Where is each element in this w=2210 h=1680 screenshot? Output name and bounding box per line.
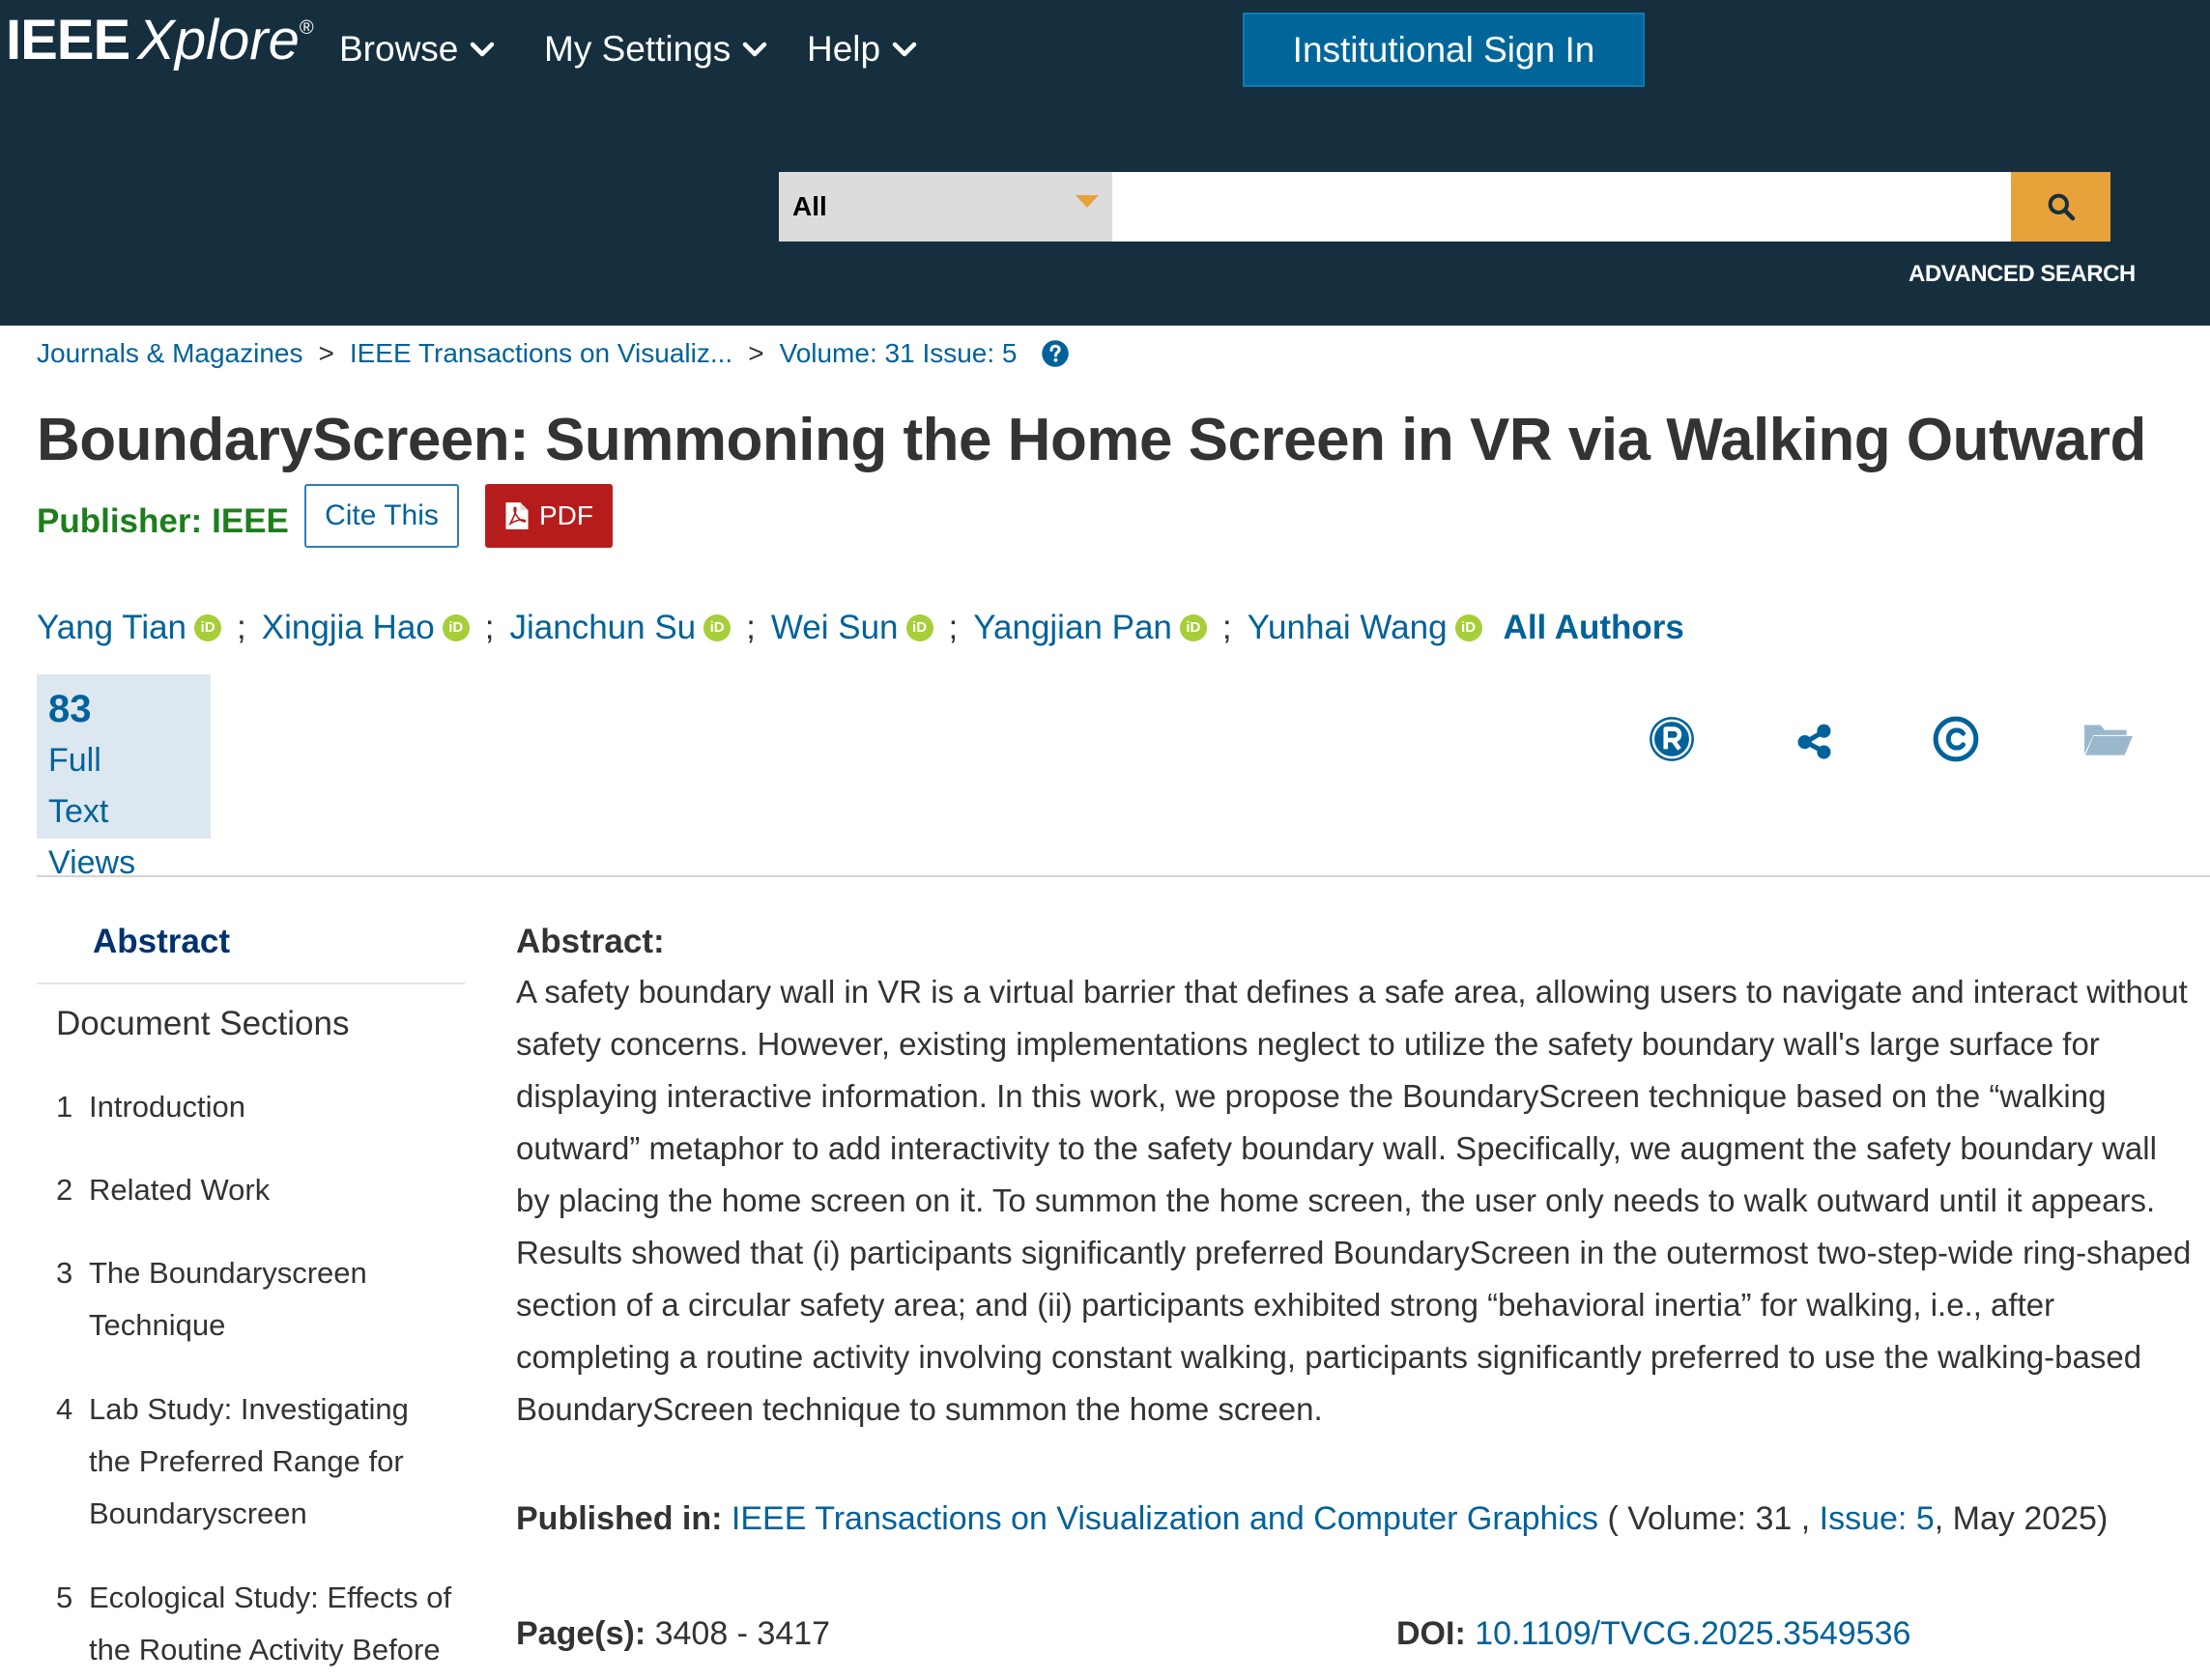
document-sections-heading: Document Sections <box>56 1005 350 1042</box>
breadcrumb-separator: > <box>748 338 764 368</box>
share-icon[interactable] <box>1790 715 1838 763</box>
sidebar-abstract-tab[interactable]: Abstract <box>37 923 465 984</box>
full-text-views-badge[interactable]: 83 Full Text Views <box>37 674 211 881</box>
section-divider <box>37 875 2210 877</box>
author-link[interactable]: Yang Tian iD <box>37 609 222 647</box>
orcid-icon[interactable]: iD <box>1454 614 1482 641</box>
published-in: Published in: IEEE Transactions on Visua… <box>516 1500 2109 1537</box>
chevron-down-icon <box>892 42 917 57</box>
chevron-down-icon <box>743 42 767 57</box>
sidebar-section-technique[interactable]: 3 The Boundaryscreen Technique <box>56 1247 408 1352</box>
breadcrumb: Journals & Magazines > IEEE Transactions… <box>37 338 1070 369</box>
doi: DOI: 10.1109/TVCG.2025.3549536 <box>1396 1615 1911 1652</box>
rights-r-icon[interactable] <box>1648 715 1696 763</box>
author-link[interactable]: Xingjia Hao iD <box>262 609 470 647</box>
site-header: IEEE Xplore® Browse My Settings Help Inst… <box>0 0 2210 326</box>
nav-help[interactable]: Help <box>807 29 919 70</box>
search-button[interactable] <box>2011 172 2110 242</box>
abstract-heading: Abstract: <box>516 923 665 960</box>
search-scope-select[interactable]: All <box>779 172 1112 242</box>
doi-link[interactable]: 10.1109/TVCG.2025.3549536 <box>1475 1615 1910 1652</box>
journal-link[interactable]: IEEE Transactions on Visualization and C… <box>732 1500 1598 1537</box>
sidebar-section-lab-study[interactable]: 4 Lab Study: Investigating the Preferred… <box>56 1383 427 1540</box>
breadcrumb-volume-issue[interactable]: Volume: 31 Issue: 5 <box>780 338 1018 369</box>
nav-browse[interactable]: Browse <box>339 29 497 70</box>
pdf-file-icon <box>505 502 529 529</box>
caret-down-icon <box>1076 195 1099 208</box>
orcid-icon[interactable]: iD <box>442 614 470 641</box>
nav-my-settings[interactable]: My Settings <box>544 29 769 70</box>
breadcrumb-separator: > <box>318 338 334 368</box>
sidebar-section-introduction[interactable]: 1 Introduction <box>56 1081 466 1133</box>
orcid-icon[interactable]: iD <box>905 614 933 641</box>
pdf-button[interactable]: PDF <box>485 484 613 548</box>
author-link[interactable]: Yangjian Pan iD <box>973 609 1207 647</box>
breadcrumb-journal[interactable]: IEEE Transactions on Visualiz... <box>350 338 732 369</box>
help-circle-icon[interactable] <box>1041 339 1070 368</box>
folder-icon[interactable] <box>2082 715 2135 763</box>
author-list: Yang Tian iD ; Xingjia Hao iD ; Jianchun S… <box>37 609 1684 647</box>
breadcrumb-journals-magazines[interactable]: Journals & Magazines <box>37 338 302 369</box>
all-authors-link[interactable]: All Authors <box>1504 609 1684 647</box>
publisher: Publisher: IEEE <box>37 502 289 540</box>
copyright-icon[interactable] <box>1932 715 1980 763</box>
search-input[interactable] <box>1112 172 2011 242</box>
orcid-icon[interactable]: iD <box>703 614 732 641</box>
author-link[interactable]: Jianchun Su iD <box>510 609 732 647</box>
orcid-icon[interactable]: iD <box>194 614 222 641</box>
orcid-icon[interactable]: iD <box>1179 614 1207 641</box>
abstract-text: A safety boundary wall in VR is a virtua… <box>516 974 2192 1427</box>
author-link[interactable]: Yunhai Wang iD <box>1248 609 1482 647</box>
article-title: BoundaryScreen: Summoning the Home Scree… <box>37 407 2146 473</box>
advanced-search-link[interactable]: ADVANCED SEARCH <box>1909 261 2136 288</box>
page-range: Page(s): 3408 - 3417 <box>516 1615 831 1652</box>
chevron-down-icon <box>471 42 495 57</box>
issue-link[interactable]: Issue: 5 <box>1820 1500 1935 1537</box>
ieee-xplore-logo[interactable]: IEEE Xplore® <box>6 8 314 72</box>
institutional-sign-in-button[interactable]: Institutional Sign In <box>1243 13 1645 87</box>
author-link[interactable]: Wei Sun iD <box>771 609 933 647</box>
sidebar-section-related-work[interactable]: 2 Related Work <box>56 1164 466 1216</box>
cite-this-button[interactable]: Cite This <box>304 484 459 548</box>
search-icon <box>2048 193 2075 221</box>
sidebar-section-ecological-study[interactable]: 5 Ecological Study: Effects of the Routi… <box>56 1572 475 1676</box>
